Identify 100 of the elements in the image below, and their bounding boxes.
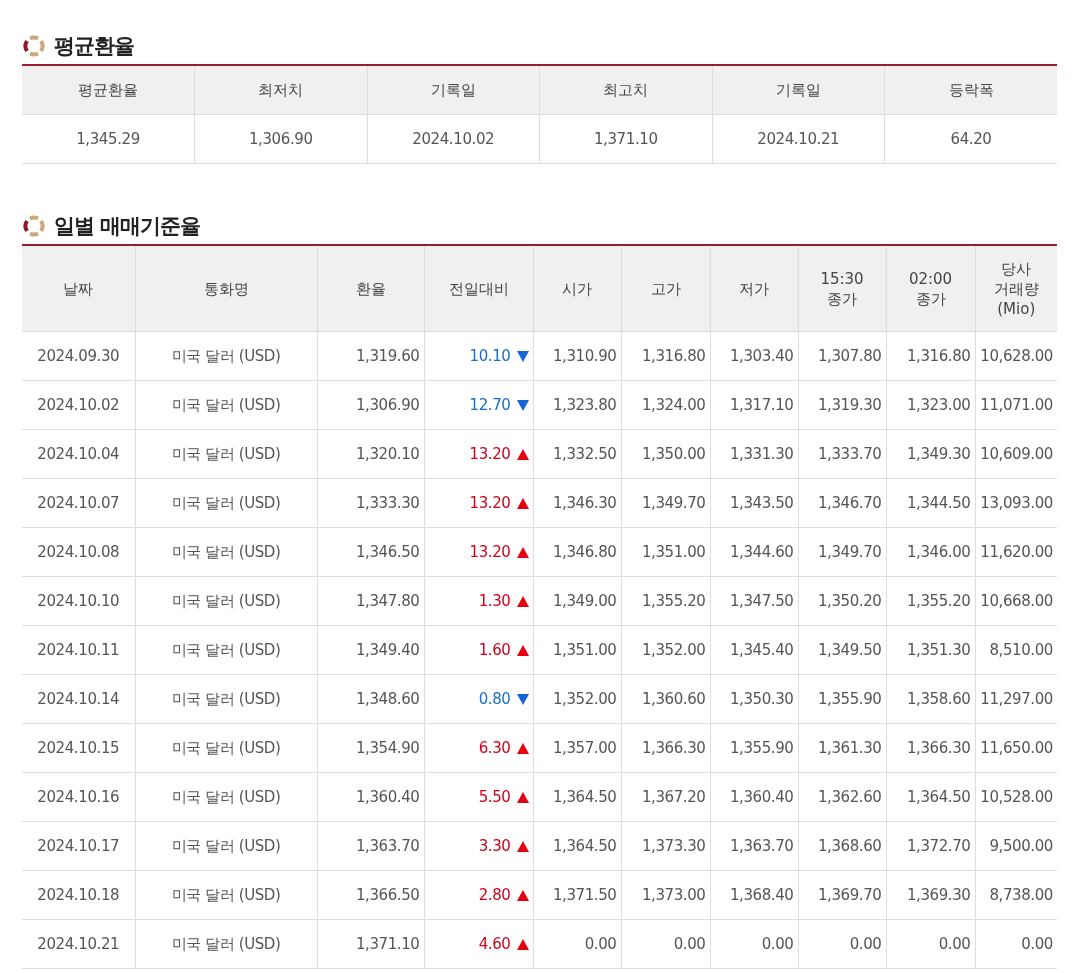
table-cell: 1,355.20	[621, 576, 710, 626]
down-triangle-icon	[516, 693, 529, 705]
table-cell: 0.00	[533, 919, 621, 969]
table-cell: 1,348.60	[317, 674, 424, 724]
ring-icon	[22, 34, 46, 58]
table-cell: 2024.10.07	[22, 478, 135, 528]
table-cell: 1,355.90	[798, 674, 886, 724]
table-cell: 1,317.10	[710, 380, 798, 430]
change-value: 13.20	[469, 445, 511, 463]
table-cell: 2024.10.04	[22, 429, 135, 479]
table-cell: 1,351.00	[533, 625, 621, 675]
table-cell: 1,316.80	[621, 331, 710, 381]
table-cell: 2024.10.21	[22, 919, 135, 969]
table-cell: 2024.10.08	[22, 527, 135, 577]
table-cell: 1,333.30	[317, 478, 424, 528]
column-header: 통화명	[135, 245, 317, 332]
table-cell: 미국 달러 (USD)	[135, 331, 317, 381]
table-cell: 미국 달러 (USD)	[135, 429, 317, 479]
table-cell: 2024.10.17	[22, 821, 135, 871]
column-header: 평균환율	[22, 65, 195, 115]
table-cell: 1,345.29	[22, 114, 195, 164]
change-value: 6.30	[478, 739, 511, 757]
change-value: 12.70	[469, 396, 511, 414]
table-cell: 1,366.30	[621, 723, 710, 773]
column-header: 최고치	[539, 65, 712, 115]
table-cell: 1,323.80	[533, 380, 621, 430]
table-cell: 1,310.90	[533, 331, 621, 381]
table-cell: 2024.10.11	[22, 625, 135, 675]
column-header: 02:00 종가	[886, 245, 975, 332]
column-header: 시가	[533, 245, 621, 332]
table-cell: 미국 달러 (USD)	[135, 772, 317, 822]
table-cell: 미국 달러 (USD)	[135, 380, 317, 430]
change-value: 3.30	[478, 837, 511, 855]
table-cell: 2024.10.18	[22, 870, 135, 920]
up-triangle-icon	[516, 840, 529, 852]
table-cell: 1,354.90	[317, 723, 424, 773]
change-value: 4.60	[478, 935, 511, 953]
table-cell: 0.00	[710, 919, 798, 969]
table-cell: 2024.10.02	[367, 114, 540, 164]
table-cell: 1,349.40	[317, 625, 424, 675]
table-cell: 2024.09.30	[22, 331, 135, 381]
table-cell: 1,363.70	[317, 821, 424, 871]
table-cell: 1,345.40	[710, 625, 798, 675]
table-cell: 1,366.50	[317, 870, 424, 920]
table-cell: 1,349.70	[621, 478, 710, 528]
table-cell: 1,371.50	[533, 870, 621, 920]
column-header: 기록일	[712, 65, 885, 115]
table-cell: 1,358.60	[886, 674, 975, 724]
table-cell: 1,346.50	[317, 527, 424, 577]
column-header: 당사 거래량 (Mio)	[975, 245, 1057, 332]
column-header: 기록일	[367, 65, 540, 115]
column-header: 등락폭	[884, 65, 1057, 115]
table-cell: 1,372.70	[886, 821, 975, 871]
change-value: 13.20	[469, 543, 511, 561]
table-cell: 1,371.10	[539, 114, 712, 164]
table-cell: 1,303.40	[710, 331, 798, 381]
column-header: 15:30 종가	[798, 245, 886, 332]
table-cell: 1,323.00	[886, 380, 975, 430]
table-cell: 1,360.40	[317, 772, 424, 822]
column-header: 최저치	[194, 65, 367, 115]
table-cell: 2024.10.02	[22, 380, 135, 430]
table-cell: 1,344.50	[886, 478, 975, 528]
table-cell: 1,306.90	[194, 114, 367, 164]
table-cell: 1,350.00	[621, 429, 710, 479]
table-cell: 1,373.00	[621, 870, 710, 920]
table-cell: 1,351.30	[886, 625, 975, 675]
table-cell: 미국 달러 (USD)	[135, 919, 317, 969]
table-cell: 1,349.30	[886, 429, 975, 479]
table-cell: 1,364.50	[886, 772, 975, 822]
table-cell: 1,371.10	[317, 919, 424, 969]
table-cell: 1,362.60	[798, 772, 886, 822]
table-cell: 1,364.50	[533, 821, 621, 871]
table-cell: 0.00	[886, 919, 975, 969]
ring-icon	[22, 214, 46, 238]
up-triangle-icon	[516, 791, 529, 803]
column-header: 고가	[621, 245, 710, 332]
table-cell: 1,352.00	[533, 674, 621, 724]
change-value: 13.20	[469, 494, 511, 512]
table-cell: 1,368.40	[710, 870, 798, 920]
table-cell: 0.00	[621, 919, 710, 969]
table-cell: 1,319.60	[317, 331, 424, 381]
change-value: 1.30	[478, 592, 511, 610]
table-cell: 0.00	[798, 919, 886, 969]
down-triangle-icon	[516, 399, 529, 411]
table-cell: 1,347.50	[710, 576, 798, 626]
down-triangle-icon	[516, 350, 529, 362]
table-cell: 1,369.30	[886, 870, 975, 920]
table-cell: 1,360.60	[621, 674, 710, 724]
up-triangle-icon	[516, 644, 529, 656]
table-cell: 1,347.80	[317, 576, 424, 626]
table-cell: 미국 달러 (USD)	[135, 527, 317, 577]
up-triangle-icon	[516, 889, 529, 901]
table-cell: 1,346.70	[798, 478, 886, 528]
column-header: 날짜	[22, 245, 135, 332]
table-cell: 1,307.80	[798, 331, 886, 381]
table-cell: 1,346.30	[533, 478, 621, 528]
change-value: 5.50	[478, 788, 511, 806]
table-cell: 미국 달러 (USD)	[135, 576, 317, 626]
table-cell: 1,366.30	[886, 723, 975, 773]
table-cell: 2024.10.15	[22, 723, 135, 773]
